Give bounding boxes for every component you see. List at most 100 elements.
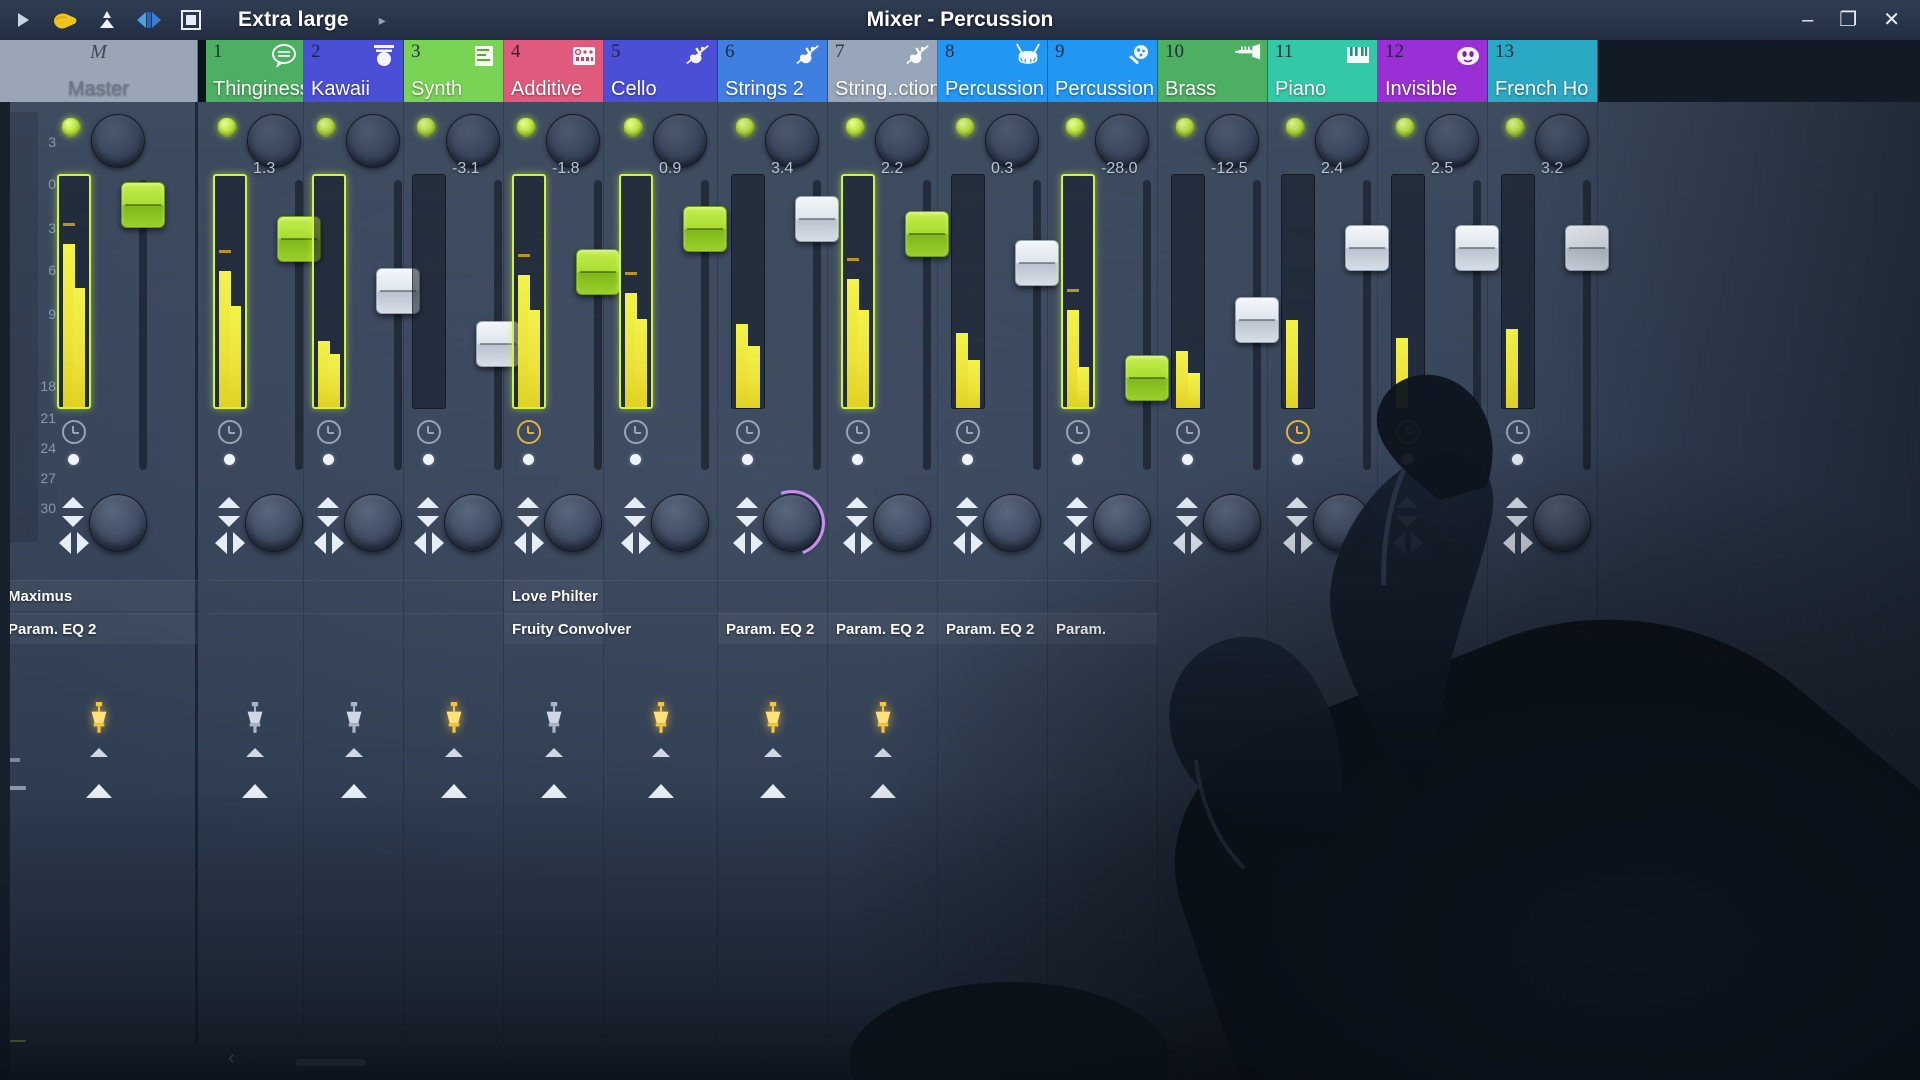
- solo-dot-button[interactable]: [1402, 454, 1413, 465]
- solo-dot-button[interactable]: [68, 454, 79, 465]
- solo-dot-button[interactable]: [224, 454, 235, 465]
- solo-dot-button[interactable]: [1512, 454, 1523, 465]
- volume-fader-track[interactable]: [1363, 180, 1371, 470]
- track-header-strings-2[interactable]: 6 Strings 2: [718, 40, 828, 102]
- minimize-button[interactable]: –: [1802, 10, 1813, 30]
- send-level-stepper[interactable]: [1066, 497, 1088, 527]
- track-header-string-ction[interactable]: 7 String..ction: [828, 40, 938, 102]
- view-size-label[interactable]: Extra large: [238, 8, 349, 32]
- pan-knob[interactable]: [1093, 494, 1151, 552]
- solo-dot-button[interactable]: [423, 454, 434, 465]
- effect-slot[interactable]: [206, 580, 304, 611]
- track-header-additive[interactable]: 4 Additive: [504, 40, 604, 102]
- track-header-piano[interactable]: 11 Piano: [1268, 40, 1378, 102]
- send-route-caret-icon[interactable]: [345, 748, 363, 757]
- volume-fader-track[interactable]: [1143, 180, 1151, 470]
- effect-slot[interactable]: [304, 613, 404, 644]
- channel-enable-led[interactable]: [316, 117, 336, 137]
- send-level-stepper[interactable]: [417, 497, 439, 527]
- track-header-master[interactable]: M Master: [0, 40, 198, 102]
- hand-pointer-icon[interactable]: [52, 7, 78, 33]
- track-header-percussion-2[interactable]: 9 Percussion 2: [1048, 40, 1158, 102]
- track-header-cello[interactable]: 5 Cello: [604, 40, 718, 102]
- pan-knob[interactable]: [245, 494, 303, 552]
- send-level-stepper[interactable]: [517, 497, 539, 527]
- channel-enable-led[interactable]: [1065, 117, 1085, 137]
- stereo-separation-icon[interactable]: [843, 532, 873, 554]
- send-level-stepper[interactable]: [1176, 497, 1198, 527]
- send-route-triangle-icon[interactable]: [242, 784, 268, 798]
- scroll-left-chevron-icon[interactable]: ‹: [228, 1047, 235, 1070]
- send-level-stepper[interactable]: [1286, 497, 1308, 527]
- volume-fader-track[interactable]: [1473, 180, 1481, 470]
- window-icon[interactable]: [178, 7, 204, 33]
- send-level-stepper[interactable]: [317, 497, 339, 527]
- effect-slot[interactable]: Param. EQ 2: [938, 613, 1048, 644]
- send-route-caret-icon[interactable]: [545, 748, 563, 757]
- send-route-caret-icon[interactable]: [652, 748, 670, 757]
- solo-dot-button[interactable]: [630, 454, 641, 465]
- track-header-percussion[interactable]: 8 Percussion: [938, 40, 1048, 102]
- toolbar-more-arrow-icon[interactable]: ▸: [379, 12, 386, 29]
- channel-enable-led[interactable]: [61, 117, 81, 137]
- channel-strip-invisible[interactable]: 2.5: [1378, 102, 1499, 1080]
- channel-enable-led[interactable]: [1285, 117, 1305, 137]
- latency-clock-icon[interactable]: [62, 420, 86, 444]
- pan-knob[interactable]: [651, 494, 709, 552]
- track-header-french-ho[interactable]: 13 French Ho: [1488, 40, 1598, 102]
- stereo-separation-icon[interactable]: [733, 532, 763, 554]
- effect-slot[interactable]: Param. EQ 2: [718, 613, 828, 644]
- send-route-triangle-icon[interactable]: [870, 784, 896, 798]
- effect-slot[interactable]: [604, 580, 718, 611]
- send-route-triangle-icon[interactable]: [541, 784, 567, 798]
- send-lamp[interactable]: [84, 702, 116, 736]
- send-route-triangle-icon[interactable]: [760, 784, 786, 798]
- send-route-caret-icon[interactable]: [90, 748, 108, 757]
- send-lamp[interactable]: [758, 702, 790, 736]
- volume-fader-track[interactable]: [1583, 180, 1591, 470]
- effect-slot[interactable]: [604, 613, 718, 644]
- channel-enable-led[interactable]: [623, 117, 643, 137]
- snap-icon[interactable]: [136, 7, 162, 33]
- effect-slot[interactable]: [404, 580, 504, 611]
- channel-enable-led[interactable]: [1175, 117, 1195, 137]
- pan-knob[interactable]: [1313, 494, 1371, 552]
- effect-slot[interactable]: [206, 613, 304, 644]
- pan-knob[interactable]: [873, 494, 931, 552]
- send-level-stepper[interactable]: [1396, 497, 1418, 527]
- channel-enable-led[interactable]: [1505, 117, 1525, 137]
- stereo-separation-icon[interactable]: [59, 532, 89, 554]
- effect-slot[interactable]: Love Philter: [504, 580, 604, 611]
- channel-strip-piano[interactable]: 2.4: [1268, 102, 1389, 1080]
- track-header-thinginess[interactable]: 1 Thinginess: [206, 40, 304, 102]
- effect-slot[interactable]: [938, 580, 1048, 611]
- latency-clock-icon[interactable]: [417, 420, 441, 444]
- effect-slot[interactable]: Param.: [1048, 613, 1158, 644]
- send-level-stepper[interactable]: [736, 497, 758, 527]
- track-volume-knob[interactable]: [346, 114, 400, 168]
- channel-enable-led[interactable]: [845, 117, 865, 137]
- stereo-separation-icon[interactable]: [953, 532, 983, 554]
- stereo-separation-icon[interactable]: [514, 532, 544, 554]
- latency-clock-icon[interactable]: [218, 420, 242, 444]
- track-volume-knob[interactable]: [91, 114, 145, 168]
- channel-enable-led[interactable]: [217, 117, 237, 137]
- pan-knob[interactable]: [89, 494, 147, 552]
- stereo-separation-icon[interactable]: [621, 532, 651, 554]
- channel-enable-led[interactable]: [955, 117, 975, 137]
- send-lamp[interactable]: [240, 702, 272, 736]
- latency-clock-icon[interactable]: [1286, 420, 1310, 444]
- stereo-separation-icon[interactable]: [215, 532, 245, 554]
- stereo-separation-icon[interactable]: [1063, 532, 1093, 554]
- pan-knob[interactable]: [344, 494, 402, 552]
- track-header-invisible[interactable]: 12 Invisible: [1378, 40, 1488, 102]
- play-arrow-icon[interactable]: [10, 7, 36, 33]
- close-button[interactable]: ✕: [1883, 10, 1900, 30]
- effect-slot[interactable]: Maximus: [0, 580, 198, 611]
- send-level-stepper[interactable]: [846, 497, 868, 527]
- send-route-caret-icon[interactable]: [246, 748, 264, 757]
- stereo-separation-icon[interactable]: [314, 532, 344, 554]
- send-level-stepper[interactable]: [218, 497, 240, 527]
- effect-slot[interactable]: [718, 580, 828, 611]
- send-lamp[interactable]: [646, 702, 678, 736]
